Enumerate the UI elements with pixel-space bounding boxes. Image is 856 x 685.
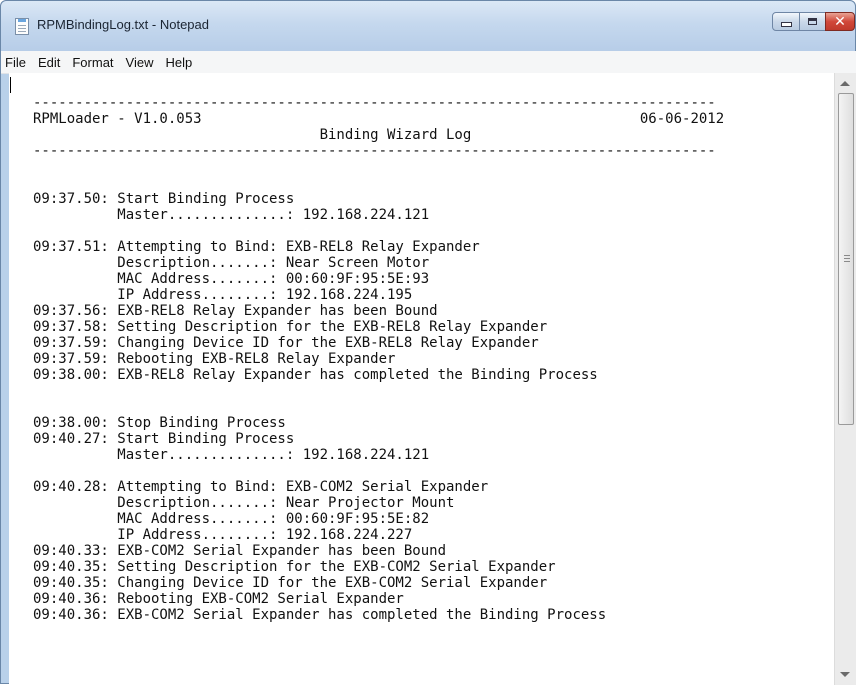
menu-help[interactable]: Help: [159, 55, 198, 70]
menu-edit[interactable]: Edit: [32, 55, 66, 70]
document-text[interactable]: ----------------------------------------…: [33, 95, 724, 623]
text-editor[interactable]: ----------------------------------------…: [9, 73, 834, 685]
scroll-up-arrow-icon[interactable]: [840, 81, 850, 86]
menu-view[interactable]: View: [120, 55, 160, 70]
text-caret: [10, 77, 11, 93]
close-button[interactable]: ✕: [825, 12, 855, 31]
scroll-down-arrow-icon[interactable]: [840, 672, 850, 677]
close-icon: ✕: [834, 13, 846, 30]
maximize-button[interactable]: [799, 12, 826, 31]
menu-bar: File Edit Format View Help: [1, 51, 856, 74]
maximize-icon: [808, 18, 817, 25]
menu-format[interactable]: Format: [66, 55, 119, 70]
window-title: RPMBindingLog.txt - Notepad: [37, 17, 209, 32]
notepad-icon[interactable]: [15, 18, 29, 35]
notepad-window: RPMBindingLog.txt - Notepad ✕ File Edit …: [0, 0, 856, 685]
title-bar[interactable]: RPMBindingLog.txt - Notepad ✕: [1, 1, 855, 51]
minimize-icon: [780, 22, 792, 27]
vertical-scrollbar[interactable]: [834, 73, 856, 685]
menu-file[interactable]: File: [1, 55, 32, 70]
scrollbar-thumb[interactable]: [838, 93, 854, 425]
minimize-button[interactable]: [772, 12, 800, 31]
